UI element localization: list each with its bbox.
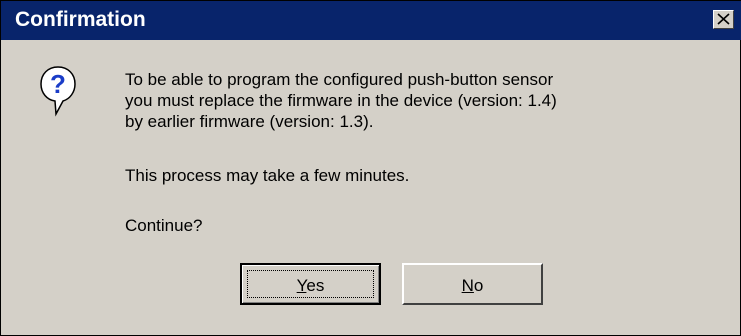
- title-bar[interactable]: Confirmation: [1, 1, 741, 40]
- message-line: you must replace the firmware in the dev…: [125, 91, 557, 110]
- close-icon: [717, 13, 730, 25]
- message-line: by earlier firmware (version: 1.3).: [125, 112, 374, 131]
- question-icon: ?: [40, 66, 76, 117]
- confirmation-dialog: Confirmation ? To be able to program the…: [0, 0, 741, 336]
- no-label-rest: o: [473, 276, 484, 295]
- yes-label-rest: es: [306, 276, 325, 295]
- yes-button-label: Yes: [297, 276, 325, 295]
- duration-note: This process may take a few minutes.: [125, 166, 410, 185]
- yes-mnemonic: Y: [296, 276, 307, 295]
- no-button[interactable]: No: [402, 263, 543, 305]
- window-title: Confirmation: [15, 8, 146, 31]
- continue-prompt: Continue?: [125, 216, 203, 235]
- svg-text:?: ?: [50, 69, 66, 99]
- message-text: To be able to program the configured pus…: [125, 69, 557, 132]
- no-button-label: No: [462, 276, 484, 295]
- yes-button[interactable]: Yes: [240, 263, 381, 305]
- message-line: To be able to program the configured pus…: [125, 70, 554, 89]
- close-button[interactable]: [713, 10, 734, 29]
- no-mnemonic: N: [461, 276, 474, 295]
